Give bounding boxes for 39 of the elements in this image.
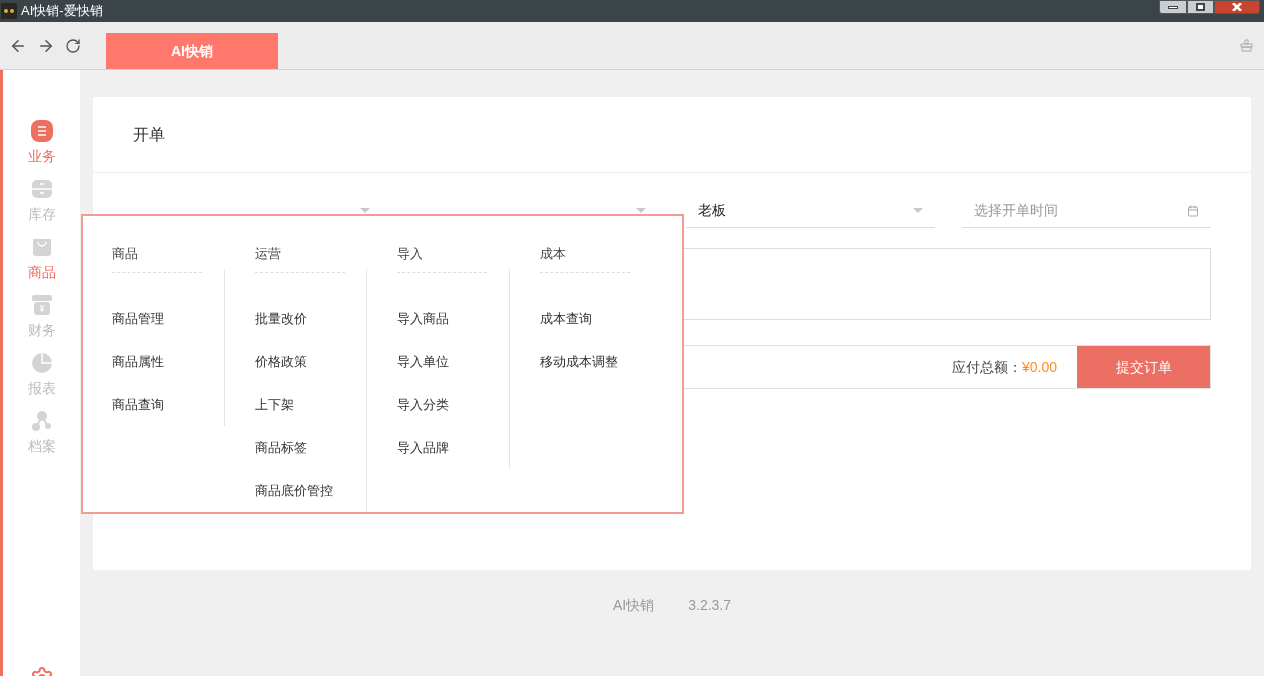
- pie-chart-icon: [30, 352, 53, 374]
- drawer-icon: [30, 178, 53, 200]
- money-icon: [30, 294, 53, 316]
- menu-item[interactable]: 导入商品: [397, 296, 449, 340]
- list-icon: [30, 120, 53, 142]
- close-icon: [1232, 3, 1242, 11]
- menu-item[interactable]: 价格政策: [254, 339, 307, 383]
- maximize-button[interactable]: [1187, 0, 1214, 14]
- menu-heading: 导入: [397, 244, 487, 273]
- calendar-icon: [1187, 204, 1199, 217]
- menu-item[interactable]: 商品管理: [112, 296, 164, 340]
- app-icon: [1, 3, 17, 19]
- menu-item[interactable]: 导入单位: [397, 339, 449, 383]
- minimize-button[interactable]: [1159, 0, 1187, 14]
- menu-item[interactable]: 商品底价管控: [254, 468, 333, 512]
- bag-icon: [30, 236, 53, 258]
- footer-version: 3.2.3.7: [688, 596, 732, 615]
- menu-heading: 成本: [539, 244, 630, 273]
- total-label: 应付总额：: [951, 357, 1022, 377]
- close-button[interactable]: [1214, 0, 1260, 14]
- menu-item[interactable]: 商品属性: [112, 339, 164, 383]
- menu-item[interactable]: 移动成本调整: [539, 339, 618, 383]
- menu-item[interactable]: 批量改价: [254, 296, 307, 340]
- menu-item[interactable]: 上下架: [254, 382, 294, 426]
- refresh-icon[interactable]: [65, 37, 81, 54]
- caret-icon: [912, 207, 923, 214]
- window-title: AI快销-爱快销: [21, 2, 103, 21]
- menu-item[interactable]: 导入品牌: [397, 425, 449, 469]
- nodes-icon: [30, 410, 53, 432]
- footer-app-name: AI快销: [612, 596, 655, 615]
- menu-item[interactable]: 商品查询: [112, 382, 164, 426]
- total-amount: ¥0.00: [1021, 357, 1057, 377]
- page-title: 开单: [133, 124, 165, 145]
- select-field[interactable]: 老板: [685, 194, 935, 228]
- menu-heading: 运营: [254, 244, 345, 273]
- menu-heading: 商品: [112, 244, 202, 273]
- menu-item[interactable]: 导入分类: [397, 382, 449, 426]
- menu-item[interactable]: 成本查询: [539, 296, 592, 340]
- menu-item[interactable]: 商品标签: [254, 425, 307, 469]
